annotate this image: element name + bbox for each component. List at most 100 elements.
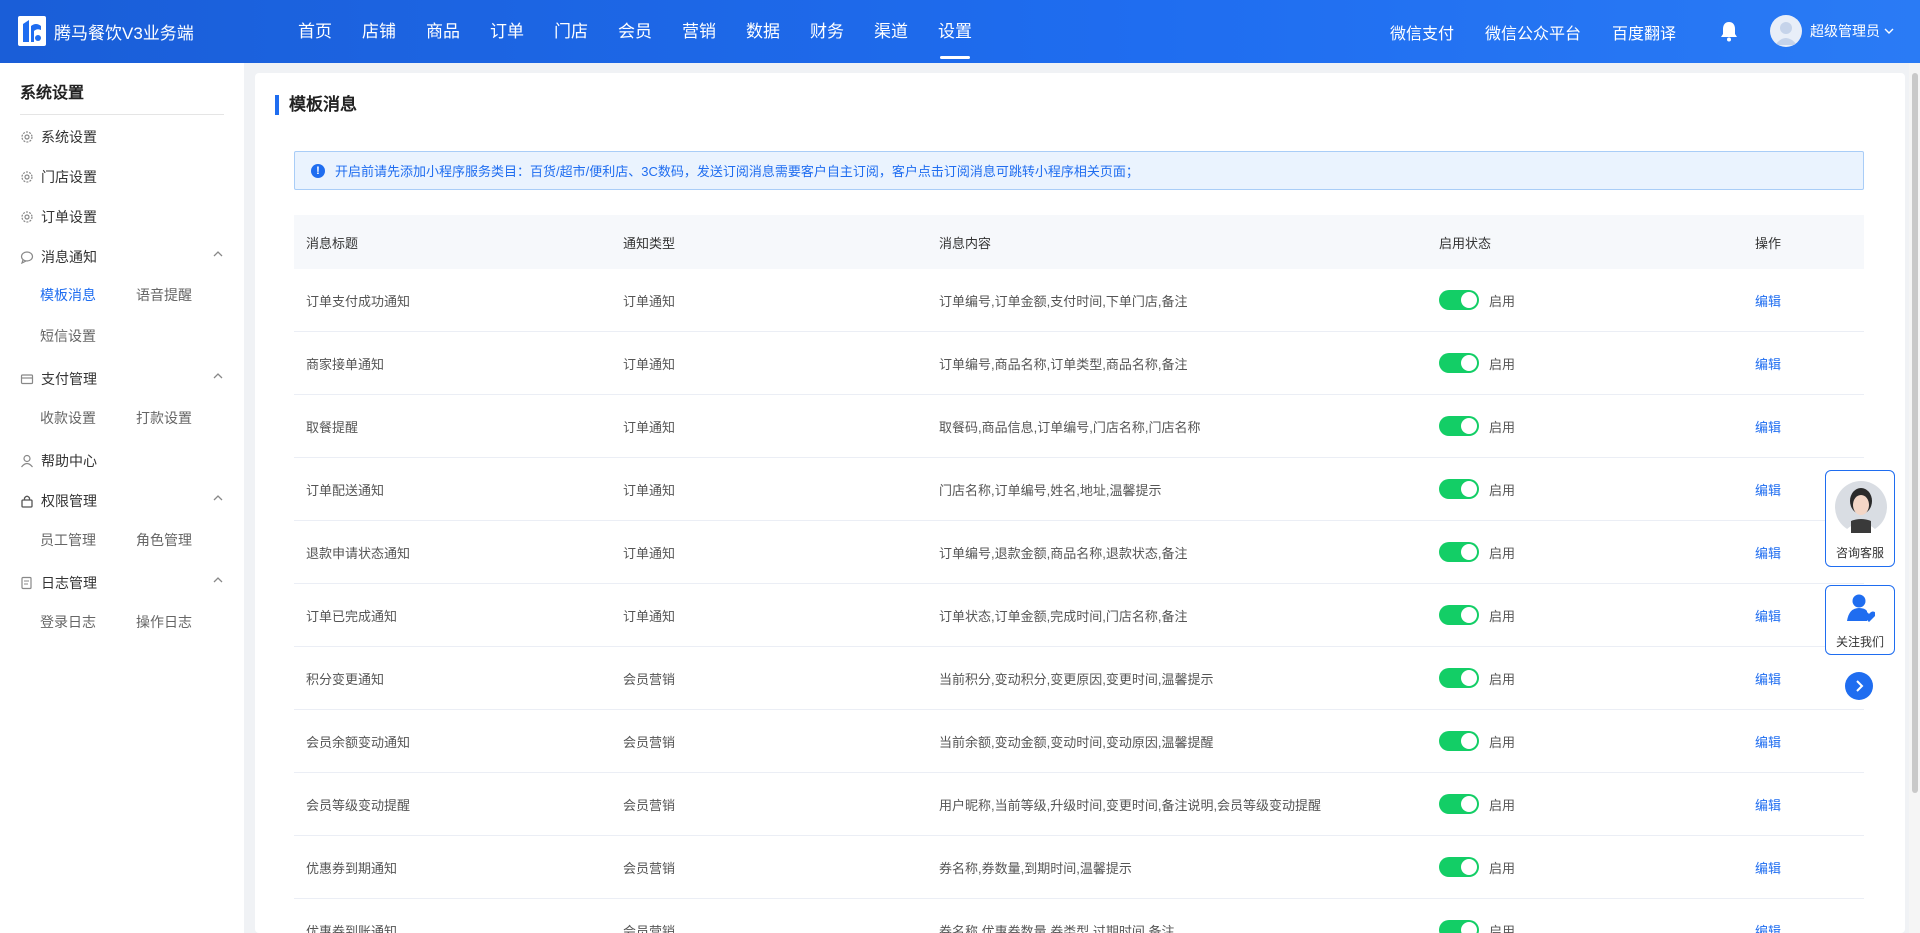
- nav-item-data[interactable]: 数据: [731, 0, 795, 63]
- edit-button[interactable]: 编辑: [1755, 609, 1781, 624]
- edit-button[interactable]: 编辑: [1755, 294, 1781, 309]
- sidebar-item-label: 权限管理: [41, 493, 97, 509]
- cell-content: 用户昵称,当前等级,升级时间,变更时间,备注说明,会员等级变动提醒: [939, 797, 1322, 813]
- status-toggle[interactable]: [1439, 794, 1479, 814]
- cell-content: 订单编号,退款金额,商品名称,退款状态,备注: [939, 545, 1188, 561]
- sidebar-item-message[interactable]: 消息通知: [20, 247, 224, 267]
- sidebar-item-transfer-settings[interactable]: 打款设置: [136, 408, 192, 428]
- cell-content: 订单编号,订单金额,支付时间,下单门店,备注: [939, 293, 1188, 309]
- scrollbar-thumb[interactable]: [1912, 73, 1918, 793]
- nav-item-settings[interactable]: 设置: [923, 0, 987, 63]
- edit-button[interactable]: 编辑: [1755, 546, 1781, 561]
- sidebar-item-payment[interactable]: 支付管理: [20, 369, 224, 389]
- user-menu[interactable]: 超级管理员: [1770, 15, 1894, 47]
- status-label: 启用: [1489, 482, 1516, 498]
- follow-us-widget[interactable]: 关注我们: [1825, 585, 1895, 655]
- sidebar-item-sms-settings[interactable]: 短信设置: [40, 326, 96, 346]
- status-toggle[interactable]: [1439, 353, 1479, 373]
- chevron-right-icon[interactable]: [1845, 672, 1873, 700]
- sidebar-item-template-message[interactable]: 模板消息: [40, 285, 96, 305]
- status-toggle[interactable]: [1439, 605, 1479, 625]
- status-toggle[interactable]: [1439, 290, 1479, 310]
- nav-item-goods[interactable]: 商品: [411, 0, 475, 63]
- table-body: 订单支付成功通知 订单通知 订单编号,订单金额,支付时间,下单门店,备注 启用 编辑 商家…: [294, 269, 1864, 933]
- bell-icon[interactable]: [1719, 20, 1739, 42]
- status-toggle[interactable]: [1439, 416, 1479, 436]
- edit-button[interactable]: 编辑: [1755, 861, 1781, 876]
- sidebar-item-permission[interactable]: 权限管理: [20, 491, 224, 511]
- nav-item-marketing[interactable]: 营销: [667, 0, 731, 63]
- link-wechat-mp[interactable]: 微信公众平台: [1485, 20, 1581, 44]
- cell-action: 编辑: [1743, 417, 1864, 436]
- sidebar-item-login-log[interactable]: 登录日志: [40, 612, 96, 632]
- sidebar-item-collection-settings[interactable]: 收款设置: [40, 408, 96, 428]
- edit-button[interactable]: 编辑: [1755, 924, 1781, 933]
- cell-type: 会员营销: [623, 923, 676, 933]
- cell-content: 当前积分,变动积分,变更原因,变更时间,温馨提示: [939, 671, 1214, 687]
- status-toggle[interactable]: [1439, 542, 1479, 562]
- edit-button[interactable]: 编辑: [1755, 420, 1781, 435]
- nav-item-member[interactable]: 会员: [603, 0, 667, 63]
- status-toggle[interactable]: [1439, 920, 1479, 933]
- cell-title: 优惠券到期通知: [306, 860, 398, 876]
- sidebar-item-help[interactable]: 帮助中心: [20, 451, 224, 471]
- sidebar-item-role-management[interactable]: 角色管理: [136, 530, 192, 550]
- cell-type: 订单通知: [623, 293, 676, 309]
- user-icon: [21, 454, 33, 468]
- status-toggle[interactable]: [1439, 668, 1479, 688]
- info-notice: ! 开启前请先添加小程序服务类目：百货/超市/便利店、3C数码，发送订阅消息需要…: [294, 151, 1864, 190]
- nav-item-shop[interactable]: 店铺: [347, 0, 411, 63]
- chevron-up-icon: [213, 495, 223, 501]
- nav-item-home[interactable]: 首页: [283, 0, 347, 63]
- edit-button[interactable]: 编辑: [1755, 483, 1781, 498]
- wallet-icon: [20, 374, 34, 385]
- edit-button[interactable]: 编辑: [1755, 798, 1781, 813]
- main-card: 模板消息 ! 开启前请先添加小程序服务类目：百货/超市/便利店、3C数码，发送订…: [255, 73, 1905, 933]
- status-label: 启用: [1489, 419, 1516, 435]
- sidebar-item-log[interactable]: 日志管理: [20, 573, 224, 593]
- nav-item-store[interactable]: 门店: [539, 0, 603, 63]
- status-label: 启用: [1489, 356, 1516, 372]
- sidebar-item-staff-management[interactable]: 员工管理: [40, 530, 96, 550]
- customer-service-widget[interactable]: 咨询客服: [1825, 470, 1895, 567]
- col-header-type: 通知类型: [623, 235, 676, 251]
- cell-action: 编辑: [1743, 858, 1864, 877]
- col-header-title: 消息标题: [306, 235, 359, 251]
- cell-content: 取餐码,商品信息,订单编号,门店名称,门店名称: [939, 419, 1201, 435]
- edit-button[interactable]: 编辑: [1755, 672, 1781, 687]
- sidebar-item-operation-log[interactable]: 操作日志: [136, 612, 192, 632]
- col-header-action: 操作: [1755, 235, 1782, 251]
- sidebar-item-voice-reminder[interactable]: 语音提醒: [136, 285, 192, 305]
- status-toggle[interactable]: [1439, 479, 1479, 499]
- sidebar-item-label: 订单设置: [41, 209, 97, 225]
- status-label: 启用: [1489, 860, 1516, 876]
- nav-item-order[interactable]: 订单: [475, 0, 539, 63]
- sidebar-item-label: 支付管理: [41, 371, 97, 387]
- customer-service-label: 咨询客服: [1835, 546, 1884, 560]
- status-toggle[interactable]: [1439, 857, 1479, 877]
- avatar: [1770, 15, 1802, 47]
- cell-action: 编辑: [1743, 795, 1864, 814]
- col-header-content: 消息内容: [939, 235, 992, 251]
- sidebar: 系统设置 系统设置 门店设置 订单设置 消息通知 模板消息 语音提醒 短信设置 …: [0, 63, 244, 933]
- sidebar-divider: [20, 114, 224, 115]
- table-row: 订单配送通知 订单通知 门店名称,订单编号,姓名,地址,温馨提示 启用 编辑: [294, 458, 1864, 521]
- cell-content: 券名称,券数量,到期时间,温馨提示: [939, 860, 1132, 876]
- link-baidu-translate[interactable]: 百度翻译: [1612, 20, 1676, 44]
- sidebar-item-order[interactable]: 订单设置: [20, 207, 224, 227]
- link-wechat-pay[interactable]: 微信支付: [1390, 20, 1454, 44]
- nav-item-finance[interactable]: 财务: [795, 0, 859, 63]
- cell-status: 启用: [1427, 668, 1743, 688]
- edit-button[interactable]: 编辑: [1755, 735, 1781, 750]
- cell-content: 当前余额,变动金额,变动时间,变动原因,温馨提醒: [939, 734, 1214, 750]
- sidebar-item-store[interactable]: 门店设置: [20, 167, 224, 187]
- cell-status: 启用: [1427, 794, 1743, 814]
- cell-title: 优惠券到账通知: [306, 923, 398, 933]
- sidebar-item-system[interactable]: 系统设置: [20, 127, 224, 147]
- logo-icon: [18, 16, 46, 46]
- app-logo[interactable]: 腾马餐饮V3业务端: [18, 16, 194, 46]
- edit-button[interactable]: 编辑: [1755, 357, 1781, 372]
- table-row: 订单已完成通知 订单通知 订单状态,订单金额,完成时间,门店名称,备注 启用 编辑: [294, 584, 1864, 647]
- status-toggle[interactable]: [1439, 731, 1479, 751]
- nav-item-channel[interactable]: 渠道: [859, 0, 923, 63]
